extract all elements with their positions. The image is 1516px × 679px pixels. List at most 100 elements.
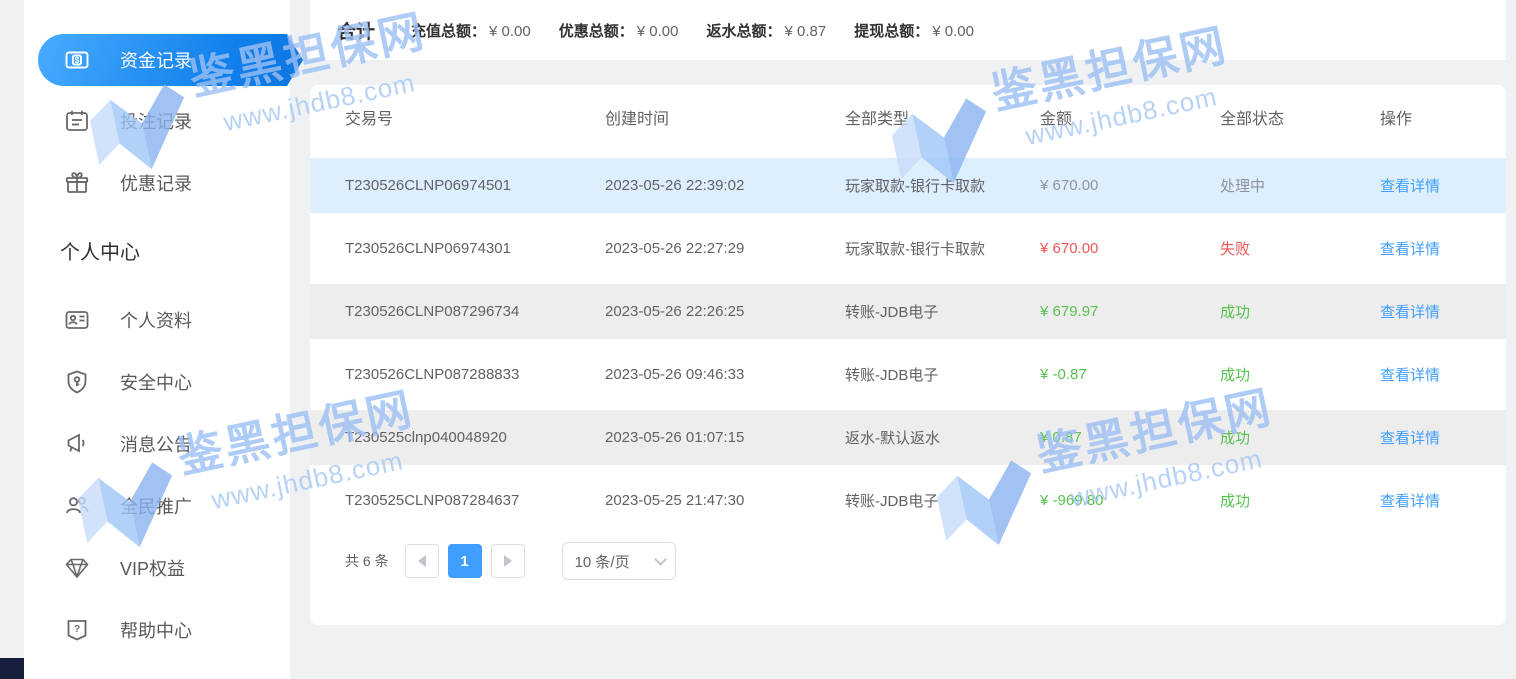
sidebar-item-label: 资金记录 — [120, 47, 192, 73]
cell-status: 成功 — [1220, 490, 1380, 511]
cell-status: 成功 — [1220, 427, 1380, 448]
sidebar-item-bet-record[interactable]: 投注记录 — [24, 90, 290, 152]
view-details-link[interactable]: 查看详情 — [1380, 304, 1440, 321]
header-type-filter[interactable]: 全部类型 — [845, 105, 1040, 129]
chevron-down-icon — [654, 553, 667, 566]
next-arrow-icon — [504, 555, 512, 567]
sidebar-item-label: 消息公告 — [120, 431, 192, 457]
table-row[interactable]: T230525CLNP087284637 2023-05-25 21:47:30… — [310, 473, 1506, 528]
cell-amount: ¥ -969.80 — [1040, 492, 1220, 509]
cell-amount: ¥ 0.87 — [1040, 429, 1220, 446]
sidebar-item-referral[interactable]: 全民推广 — [24, 475, 290, 537]
cell-transaction-id: T230526CLNP06974501 — [345, 177, 605, 194]
svg-text:?: ? — [74, 624, 80, 635]
people-icon — [64, 493, 90, 519]
sidebar-item-help-center[interactable]: ? 帮助中心 — [24, 599, 290, 661]
cell-type: 转账-JDB电子 — [845, 364, 1040, 385]
cell-type: 玩家取款-银行卡取款 — [845, 238, 1040, 259]
view-details-link[interactable]: 查看详情 — [1380, 430, 1440, 447]
sidebar-item-vip-benefits[interactable]: VIP权益 — [24, 537, 290, 599]
sidebar-item-promo-record[interactable]: 优惠记录 — [24, 152, 290, 214]
page-size-value: 10 条/页 — [575, 551, 630, 572]
cell-amount: ¥ 670.00 — [1040, 240, 1220, 257]
cell-created-time: 2023-05-26 09:46:33 — [605, 366, 845, 383]
table-header-row: 交易号 创建时间 全部类型 金额 全部状态 操作 — [310, 85, 1506, 148]
cell-created-time: 2023-05-26 01:07:15 — [605, 429, 845, 446]
summary-promo-total: 优惠总额：¥ 0.00 — [559, 20, 679, 41]
cell-transaction-id: T230525clnp040048920 — [345, 429, 605, 446]
cell-status: 成功 — [1220, 301, 1380, 322]
sidebar-item-label: 个人资料 — [120, 307, 192, 333]
sidebar: 额度转换 $ 资金记录 投注记录 — [24, 0, 290, 679]
sidebar-item-profile[interactable]: 个人资料 — [24, 289, 290, 351]
cell-created-time: 2023-05-26 22:27:29 — [605, 240, 845, 257]
view-details-link[interactable]: 查看详情 — [1380, 367, 1440, 384]
summary-bar: 合计 充值总额：¥ 0.00 优惠总额：¥ 0.00 返水总额：¥ 0.87 提… — [310, 0, 1506, 60]
summary-withdraw-total: 提现总额：¥ 0.00 — [854, 20, 974, 41]
shield-key-icon — [64, 369, 90, 395]
cell-transaction-id: T230525CLNP087284637 — [345, 492, 605, 509]
view-details-link[interactable]: 查看详情 — [1380, 178, 1440, 195]
summary-deposit-total: 充值总额：¥ 0.00 — [411, 20, 531, 41]
pagination-total-count: 共 6 条 — [345, 551, 389, 571]
sidebar-item-label: 全民推广 — [120, 493, 192, 519]
cell-type: 转账-JDB电子 — [845, 301, 1040, 322]
pagination: 共 6 条 1 10 条/页 — [345, 542, 1506, 580]
header-transaction-id: 交易号 — [345, 105, 605, 129]
sidebar-item-label: 投注记录 — [120, 108, 192, 134]
cell-type: 玩家取款-银行卡取款 — [845, 175, 1040, 196]
cell-created-time: 2023-05-25 21:47:30 — [605, 492, 845, 509]
cell-created-time: 2023-05-26 22:26:25 — [605, 303, 845, 320]
banknote-icon: $ — [64, 47, 90, 73]
table-row[interactable]: T230525clnp040048920 2023-05-26 01:07:15… — [310, 410, 1506, 465]
view-details-link[interactable]: 查看详情 — [1380, 493, 1440, 510]
header-created-time: 创建时间 — [605, 105, 845, 129]
pagination-page-1[interactable]: 1 — [448, 544, 482, 578]
summary-title: 合计 — [337, 17, 375, 44]
header-amount: 金额 — [1040, 105, 1220, 129]
cell-amount: ¥ -0.87 — [1040, 366, 1220, 383]
bottom-left-dark-strip — [0, 658, 24, 679]
sidebar-item-clipped[interactable]: 额度转换 — [24, 0, 290, 12]
sidebar-item-announcements[interactable]: 消息公告 — [24, 413, 290, 475]
gift-icon — [64, 170, 90, 196]
id-card-icon — [64, 307, 90, 333]
table-row[interactable]: T230526CLNP06974301 2023-05-26 22:27:29 … — [310, 221, 1506, 276]
svg-text:$: $ — [75, 55, 80, 65]
sidebar-item-security-center[interactable]: 安全中心 — [24, 351, 290, 413]
cell-amount: ¥ 679.97 — [1040, 303, 1220, 320]
table-row[interactable]: T230526CLNP087288833 2023-05-26 09:46:33… — [310, 347, 1506, 402]
cell-status: 失败 — [1220, 238, 1380, 259]
help-book-icon: ? — [64, 617, 90, 643]
diamond-icon — [64, 555, 90, 581]
sidebar-item-label: 帮助中心 — [120, 617, 192, 643]
table-row[interactable]: T230526CLNP087296734 2023-05-26 22:26:25… — [310, 284, 1506, 339]
header-action: 操作 — [1380, 105, 1506, 129]
sidebar-item-label: 安全中心 — [120, 369, 192, 395]
pagination-next-button[interactable] — [491, 544, 525, 578]
prev-arrow-icon — [418, 555, 426, 567]
cell-transaction-id: T230526CLNP087296734 — [345, 303, 605, 320]
sidebar-section-personal-center: 个人中心 — [60, 233, 290, 273]
calendar-icon — [64, 108, 90, 134]
cell-status: 成功 — [1220, 364, 1380, 385]
table-row[interactable]: T230526CLNP06974501 2023-05-26 22:39:02 … — [310, 158, 1506, 213]
summary-rebate-total: 返水总额：¥ 0.87 — [706, 20, 826, 41]
page-size-select[interactable]: 10 条/页 — [562, 542, 676, 580]
cell-status: 处理中 — [1220, 175, 1380, 196]
sidebar-item-label: VIP权益 — [120, 555, 185, 581]
header-status-filter[interactable]: 全部状态 — [1220, 105, 1380, 129]
cell-type: 返水-默认返水 — [845, 427, 1040, 448]
pagination-prev-button[interactable] — [405, 544, 439, 578]
table-body: T230526CLNP06974501 2023-05-26 22:39:02 … — [310, 158, 1506, 528]
cell-created-time: 2023-05-26 22:39:02 — [605, 177, 845, 194]
cell-transaction-id: T230526CLNP087288833 — [345, 366, 605, 383]
cell-transaction-id: T230526CLNP06974301 — [345, 240, 605, 257]
cell-amount: ¥ 670.00 — [1040, 177, 1220, 194]
sidebar-item-label: 优惠记录 — [120, 170, 192, 196]
sidebar-item-funds-record[interactable]: $ 资金记录 — [38, 34, 303, 86]
view-details-link[interactable]: 查看详情 — [1380, 241, 1440, 258]
cell-type: 转账-JDB电子 — [845, 490, 1040, 511]
funds-record-table: 交易号 创建时间 全部类型 金额 全部状态 操作 T230526CLNP0697… — [310, 85, 1506, 625]
megaphone-icon — [64, 431, 90, 457]
